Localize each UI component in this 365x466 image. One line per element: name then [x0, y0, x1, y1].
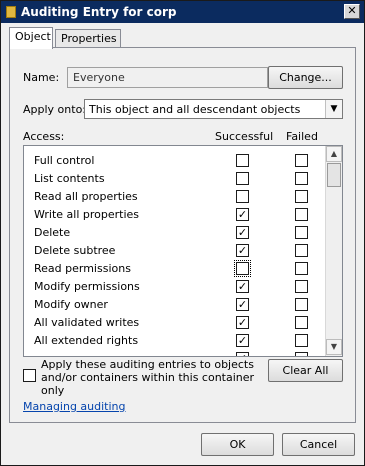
permission-label: Full control [34, 154, 95, 167]
successful-checkbox[interactable]: ✓ [236, 334, 249, 347]
name-field: Everyone [67, 67, 268, 88]
successful-checkbox[interactable] [236, 190, 249, 203]
permission-row: All validated writes ✓ [24, 314, 324, 332]
successful-checkbox[interactable] [234, 260, 251, 277]
failed-checkbox[interactable] [295, 280, 308, 293]
permission-row: Write all properties ✓ [24, 206, 324, 224]
successful-checkbox[interactable] [236, 154, 249, 167]
permission-label: All validated writes [34, 316, 140, 329]
apply-container-only-checkbox[interactable] [23, 369, 36, 382]
failed-checkbox[interactable] [295, 208, 308, 221]
title-bar[interactable]: Auditing Entry for corp ✕ [1, 1, 364, 23]
failed-checkbox[interactable] [295, 244, 308, 257]
failed-checkbox[interactable] [295, 226, 308, 239]
permission-label: Read all properties [34, 190, 138, 203]
successful-checkbox[interactable] [236, 172, 249, 185]
scroll-down-icon[interactable]: ▼ [326, 339, 342, 355]
permission-label: Delete subtree [34, 244, 116, 257]
permission-label: Modify permissions [34, 280, 140, 293]
change-button[interactable]: Change... [268, 66, 343, 89]
successful-column-header: Successful [215, 130, 274, 143]
permission-label: Modify owner [34, 298, 108, 311]
successful-checkbox[interactable]: ✓ [236, 208, 249, 221]
failed-checkbox[interactable] [295, 316, 308, 329]
scroll-up-icon[interactable]: ▲ [326, 146, 342, 162]
apply-container-only-label: Apply these auditing entries to objects … [41, 358, 255, 397]
tab-properties[interactable]: Properties [55, 29, 121, 49]
failed-checkbox[interactable] [295, 334, 308, 347]
access-list[interactable]: Full control List contents Read all proper… [23, 145, 343, 357]
permission-row: Delete ✓ [24, 224, 324, 242]
permission-label: Write all properties [34, 208, 140, 221]
successful-checkbox[interactable]: ✓ [236, 316, 249, 329]
permission-row: Delete subtree ✓ [24, 242, 324, 260]
ok-button[interactable]: OK [201, 433, 274, 456]
successful-checkbox[interactable]: ✓ [236, 352, 249, 356]
permission-label: Read permissions [34, 262, 131, 275]
apply-onto-select[interactable]: This object and all descendant objects ▼ [84, 99, 343, 119]
object-tab-panel: Name: Everyone Change... Apply onto: Thi… [9, 47, 356, 423]
successful-checkbox[interactable]: ✓ [236, 280, 249, 293]
chevron-down-icon[interactable]: ▼ [325, 100, 342, 118]
successful-checkbox[interactable]: ✓ [236, 244, 249, 257]
failed-checkbox[interactable] [295, 154, 308, 167]
cancel-button[interactable]: Cancel [282, 433, 355, 456]
scroll-thumb[interactable] [327, 163, 341, 187]
name-label: Name: [23, 71, 60, 84]
permission-row: Read all properties [24, 188, 324, 206]
permission-row: Full control [24, 152, 324, 170]
successful-checkbox[interactable]: ✓ [236, 226, 249, 239]
clear-all-button[interactable]: Clear All [268, 359, 343, 382]
failed-checkbox[interactable] [295, 352, 308, 356]
permission-row: All extended rights ✓ [24, 332, 324, 350]
permission-label: Delete [34, 226, 71, 239]
managing-auditing-link[interactable]: Managing auditing [23, 400, 126, 413]
failed-checkbox[interactable] [295, 190, 308, 203]
permission-label: List contents [34, 172, 105, 185]
permission-row: Modify permissions ✓ [24, 278, 324, 296]
permission-row: Modify owner ✓ [24, 296, 324, 314]
tab-object[interactable]: Object [9, 27, 53, 49]
successful-checkbox[interactable]: ✓ [236, 298, 249, 311]
permission-row: Read permissions [24, 260, 324, 278]
failed-checkbox[interactable] [295, 298, 308, 311]
failed-column-header: Failed [286, 130, 318, 143]
folder-icon [6, 6, 16, 18]
window-title: Auditing Entry for corp [21, 5, 177, 19]
access-header: Access: [23, 130, 65, 143]
failed-checkbox[interactable] [295, 172, 308, 185]
permission-row: List contents [24, 170, 324, 188]
permission-label: All extended rights [34, 334, 139, 347]
failed-checkbox[interactable] [295, 262, 308, 275]
apply-onto-value: This object and all descendant objects [89, 103, 301, 116]
permission-row: ✓ [24, 350, 324, 356]
auditing-entry-dialog: Auditing Entry for corp ✕ Object Propert… [0, 0, 365, 466]
vertical-scrollbar[interactable]: ▲ ▼ [325, 146, 342, 356]
apply-onto-label: Apply onto: [23, 103, 87, 116]
close-icon[interactable]: ✕ [344, 4, 360, 19]
